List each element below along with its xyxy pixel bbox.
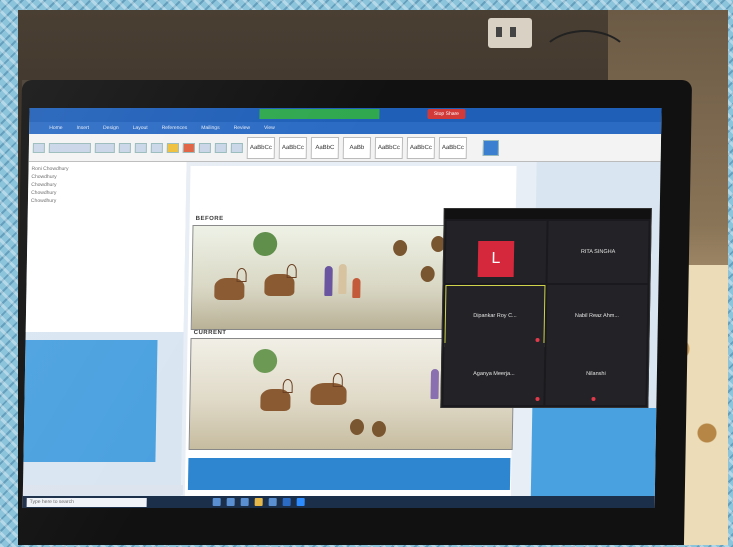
monkey (371, 421, 387, 437)
bold-icon[interactable] (118, 142, 131, 153)
browser-icon[interactable] (240, 498, 249, 506)
participant-name: RITA SINGHA (580, 249, 616, 255)
paste-icon[interactable] (32, 142, 45, 153)
person (324, 266, 333, 296)
person (338, 264, 347, 294)
tab-design[interactable]: Design (103, 125, 119, 131)
muted-icon (535, 397, 540, 401)
align-left-icon[interactable] (198, 142, 211, 153)
participant-tile[interactable]: Nilanshi (545, 343, 647, 405)
right-blue-panel (530, 408, 657, 496)
current-label: CURRENT (193, 330, 227, 336)
laptop-screen: Stop Share Home Insert Design Layout Ref… (22, 108, 662, 508)
font-color-icon[interactable] (182, 142, 195, 153)
store-icon[interactable] (268, 498, 277, 506)
muted-icon (535, 338, 540, 342)
status-bar (22, 485, 183, 495)
participant-name: Dipankar Roy C... (473, 313, 517, 319)
style-heading-1[interactable]: AaBbC (310, 136, 340, 159)
bottom-blue-band (187, 458, 511, 490)
tree (252, 349, 278, 373)
deer (310, 383, 347, 405)
taskbar: Type here to search (22, 496, 655, 508)
photo: Stop Share Home Insert Design Layout Ref… (18, 10, 728, 545)
comment-line: Chowdhury (30, 198, 57, 204)
participant-tile[interactable]: RITA SINGHA (547, 221, 649, 283)
style-heading-2[interactable]: AaBb (342, 136, 372, 159)
italic-icon[interactable] (134, 142, 147, 153)
zoom-icon[interactable] (296, 498, 305, 506)
meeting-indicator-bar[interactable] (259, 109, 380, 119)
style-title[interactable]: AaBbCc (374, 136, 404, 159)
highlight-icon[interactable] (166, 142, 179, 153)
tab-references[interactable]: References (162, 125, 188, 131)
zoom-video-panel[interactable]: L RITA SINGHA Dipankar Roy C... Nabil Re… (440, 208, 652, 408)
font-box[interactable] (48, 142, 91, 153)
style-subtitle[interactable]: AaBbCc (406, 136, 436, 159)
tab-home[interactable]: Home (49, 125, 62, 131)
title-bar: Stop Share (29, 108, 662, 122)
monkey (349, 419, 365, 435)
comment-line: Chowdhury (31, 182, 57, 188)
underline-icon[interactable] (150, 142, 163, 153)
font-size-box[interactable] (94, 142, 115, 153)
start-icon[interactable] (212, 498, 221, 506)
monkey (392, 240, 408, 256)
wall-socket (488, 18, 532, 48)
deer (214, 278, 245, 300)
zoom-toolbar[interactable] (444, 209, 651, 219)
person (430, 369, 440, 399)
tree (252, 232, 278, 256)
participant-name: Nabil Reaz Ahm... (574, 313, 620, 319)
participant-name: Aganya Meerja... (473, 371, 515, 377)
stop-share-button[interactable]: Stop Share (427, 109, 466, 119)
person (352, 278, 361, 298)
participant-name: Nilanshi (586, 371, 606, 377)
tab-mailings[interactable]: Mailings (201, 125, 219, 131)
tab-insert[interactable]: Insert (77, 125, 90, 131)
deer (264, 274, 295, 296)
laptop: Stop Share Home Insert Design Layout Ref… (18, 80, 693, 545)
tab-view[interactable]: View (264, 125, 275, 131)
style-emphasis[interactable]: AaBbCc (438, 136, 468, 159)
comments-pane: Roni Chowdhury Chowdhury Chowdhury Chowd… (25, 162, 187, 332)
deer (260, 389, 291, 411)
participant-tile[interactable]: Aganya Meerja... (443, 343, 545, 405)
align-center-icon[interactable] (214, 142, 227, 153)
ribbon-tabs: Home Insert Design Layout References Mai… (29, 122, 662, 134)
task-view-icon[interactable] (226, 498, 235, 506)
participant-tile[interactable]: L (445, 221, 547, 283)
word-icon[interactable] (282, 498, 291, 506)
ribbon: AaBbCc AaBbCc AaBbC AaBb AaBbCc AaBbCc A… (28, 134, 662, 162)
avatar: L (477, 241, 515, 277)
taskbar-search-input[interactable]: Type here to search (26, 497, 147, 507)
style-no-spacing[interactable]: AaBbCc (278, 136, 308, 159)
find-icon[interactable] (482, 139, 500, 156)
monkey (420, 266, 435, 282)
comment-line: Roni Chowdhury (31, 166, 69, 172)
left-blue-panel (23, 340, 158, 462)
file-explorer-icon[interactable] (254, 498, 263, 506)
bullets-icon[interactable] (230, 142, 243, 153)
comment-line: Chowdhury (31, 190, 57, 196)
comment-line: Chowdhury (31, 174, 57, 180)
tab-review[interactable]: Review (234, 125, 251, 131)
tab-layout[interactable]: Layout (133, 125, 148, 131)
before-label: BEFORE (195, 216, 224, 222)
participant-tile-active[interactable]: Dipankar Roy C... (444, 285, 546, 347)
muted-icon (591, 397, 596, 401)
participant-tile[interactable]: Nabil Reaz Ahm... (546, 285, 648, 347)
style-normal[interactable]: AaBbCc (246, 136, 276, 159)
